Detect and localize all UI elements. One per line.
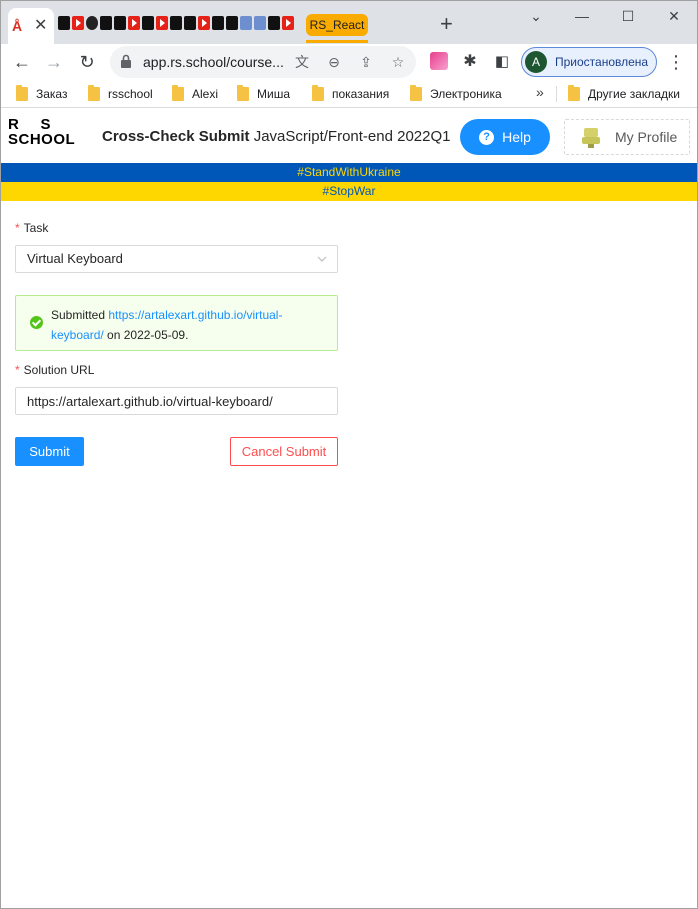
folder-icon — [88, 85, 100, 101]
pinned-tabs — [58, 16, 294, 32]
address-url: app.rs.school/course... — [143, 54, 284, 70]
question-circle-icon: ? — [479, 129, 495, 145]
submission-message: Submitted https://artalexart.github.io/v… — [51, 308, 283, 342]
browser-toolbar: ← → ↻ app.rs.school/course... 文 ⊖ ⇪ ☆ ✱ … — [0, 44, 698, 80]
solution-url-label: * Solution URL — [15, 363, 95, 377]
bookmark-folder[interactable]: Заказ — [16, 85, 67, 103]
extensions-puzzle-icon[interactable]: ✱ — [458, 50, 482, 74]
close-window-icon[interactable]: ✕ — [664, 6, 684, 26]
browser-tab-strip: Å ✕ RS_React + ⌄ — ☐ ✕ — [0, 0, 698, 44]
page-title-course: JavaScript/Front-end 2022Q1 — [249, 128, 451, 145]
lock-icon — [121, 54, 131, 68]
bookmarks-divider — [556, 86, 557, 102]
task-select-value: Virtual Keyboard — [27, 251, 123, 266]
folder-icon — [568, 85, 580, 101]
task-label: * Task — [15, 221, 49, 235]
chevron-down-icon — [317, 256, 327, 262]
tab-favicon-icon[interactable] — [254, 16, 266, 30]
stop-war-banner[interactable]: #StopWar — [0, 182, 698, 201]
help-button-label: Help — [502, 129, 531, 145]
submit-button[interactable]: Submit — [15, 437, 84, 466]
tab-favicon-icon[interactable] — [58, 16, 70, 30]
solution-url-input[interactable] — [15, 387, 338, 415]
side-panel-icon[interactable]: ◧ — [490, 50, 514, 74]
forward-arrow-icon[interactable]: → — [42, 50, 66, 74]
youtube-favicon-icon[interactable] — [282, 16, 294, 30]
check-circle-icon — [30, 316, 43, 329]
youtube-favicon-icon[interactable] — [156, 16, 168, 30]
tab-favicon-icon[interactable] — [142, 16, 154, 30]
tab-close-icon[interactable]: ✕ — [34, 17, 47, 35]
github-favicon-icon[interactable] — [86, 16, 98, 30]
translate-icon[interactable]: 文 — [292, 52, 312, 72]
tab-group-underline — [306, 40, 368, 43]
other-bookmarks-folder[interactable]: Другие закладки — [568, 85, 680, 103]
tab-favicon-icon[interactable] — [212, 16, 224, 30]
stand-with-ukraine-banner[interactable]: #StandWithUkraine — [0, 163, 698, 182]
bookmarks-overflow-icon[interactable]: » — [536, 84, 544, 100]
folder-icon — [237, 85, 249, 101]
youtube-favicon-icon[interactable] — [72, 16, 84, 30]
bookmark-folder[interactable]: rsschool — [88, 85, 153, 103]
tab-favicon-icon[interactable] — [114, 16, 126, 30]
my-profile-button[interactable]: My Profile — [564, 119, 690, 155]
minimize-icon[interactable]: — — [572, 6, 592, 26]
profile-status: Приостановлена — [555, 55, 649, 69]
task-select[interactable]: Virtual Keyboard — [15, 245, 338, 273]
user-avatar-icon — [582, 128, 600, 148]
bookmark-folder[interactable]: Миша — [237, 85, 290, 103]
profile-avatar: A — [525, 51, 547, 73]
page-title: Cross-Check Submit JavaScript/Front-end … — [102, 128, 451, 145]
bookmark-star-icon[interactable]: ☆ — [388, 52, 408, 72]
browser-menu-icon[interactable]: ⋮ — [666, 50, 686, 74]
bookmark-folder[interactable]: Alexi — [172, 85, 218, 103]
new-tab-icon[interactable]: + — [440, 12, 453, 36]
tab-favicon-icon[interactable] — [100, 16, 112, 30]
folder-icon — [16, 85, 28, 101]
extension-icon[interactable] — [430, 52, 448, 70]
rsschool-favicon-icon: Å — [12, 18, 23, 34]
folder-icon — [410, 85, 422, 101]
help-button[interactable]: ? Help — [460, 119, 550, 155]
submission-success-alert: Submitted https://artalexart.github.io/v… — [15, 295, 338, 351]
page-title-bold: Cross-Check Submit — [102, 128, 250, 145]
youtube-favicon-icon[interactable] — [128, 16, 140, 30]
required-mark: * — [15, 221, 20, 235]
bookmark-folder[interactable]: Электроника — [410, 85, 502, 103]
share-icon[interactable]: ⇪ — [356, 52, 376, 72]
youtube-favicon-icon[interactable] — [198, 16, 210, 30]
folder-icon — [172, 85, 184, 101]
maximize-icon[interactable]: ☐ — [618, 6, 638, 26]
tab-favicon-icon[interactable] — [268, 16, 280, 30]
folder-icon — [312, 85, 324, 101]
tab-favicon-icon[interactable] — [184, 16, 196, 30]
tab-favicon-icon[interactable] — [240, 16, 252, 30]
my-profile-label: My Profile — [615, 129, 678, 145]
tab-favicon-icon[interactable] — [226, 16, 238, 30]
zoom-out-icon[interactable]: ⊖ — [324, 52, 344, 72]
bookmarks-bar: Заказ rsschool Alexi Миша показания Элек… — [0, 80, 698, 108]
cancel-submit-button[interactable]: Cancel Submit — [230, 437, 338, 466]
bookmark-folder[interactable]: показания — [312, 85, 389, 103]
tab-group-chip[interactable]: RS_React — [306, 14, 368, 36]
required-mark: * — [15, 363, 20, 377]
tab-search-chevron-icon[interactable]: ⌄ — [526, 6, 546, 26]
browser-tab-active[interactable]: Å ✕ — [8, 8, 54, 44]
tab-favicon-icon[interactable] — [170, 16, 182, 30]
reload-icon[interactable]: ↻ — [75, 50, 99, 74]
back-arrow-icon[interactable]: ← — [10, 50, 34, 74]
rs-school-logo[interactable]: R S SCHOOL — [8, 117, 84, 147]
address-bar[interactable]: app.rs.school/course... 文 ⊖ ⇪ ☆ — [110, 46, 416, 78]
app-header: R S SCHOOL Cross-Check Submit JavaScript… — [0, 108, 698, 163]
profile-chip[interactable]: A Приостановлена — [521, 47, 657, 77]
